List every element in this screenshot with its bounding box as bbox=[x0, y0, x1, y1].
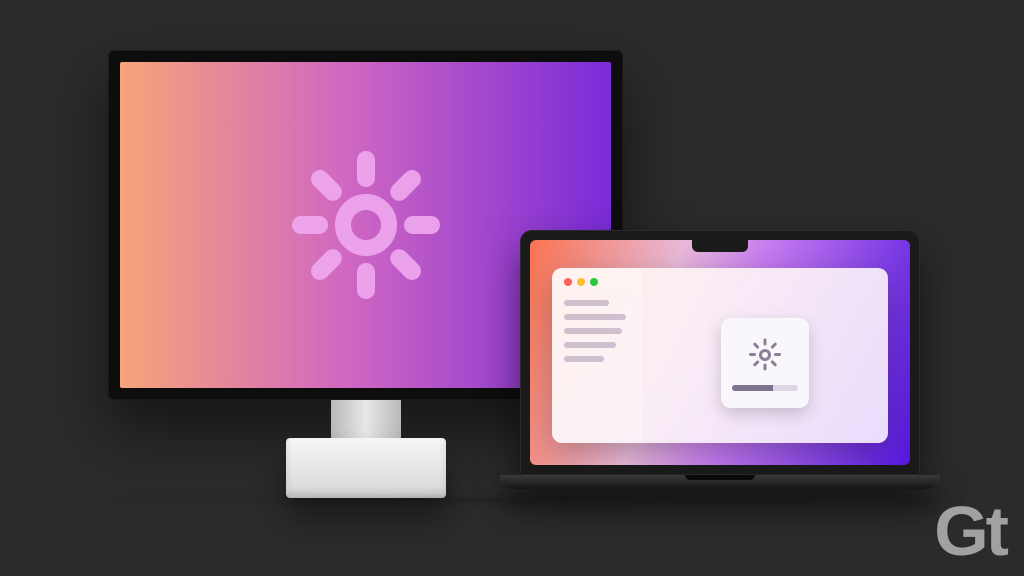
floor-shadow bbox=[80, 498, 964, 502]
window-content bbox=[642, 268, 888, 443]
sidebar-item[interactable] bbox=[564, 300, 609, 306]
laptop-lid bbox=[520, 230, 920, 475]
window-sidebar bbox=[552, 268, 642, 443]
laptop-screen bbox=[530, 240, 910, 465]
sidebar-item[interactable] bbox=[564, 328, 622, 334]
brightness-slider-fill bbox=[732, 385, 773, 391]
zoom-icon[interactable] bbox=[590, 278, 598, 286]
window-traffic-lights[interactable] bbox=[564, 278, 630, 286]
display-notch bbox=[692, 240, 748, 252]
laptop-base bbox=[500, 475, 940, 489]
macbook bbox=[500, 230, 940, 489]
brightness-hud bbox=[721, 318, 809, 408]
brightness-icon bbox=[266, 125, 466, 325]
sidebar-item[interactable] bbox=[564, 314, 626, 320]
illustration-stage: Gt bbox=[0, 0, 1024, 576]
brightness-icon bbox=[745, 335, 785, 375]
close-icon[interactable] bbox=[564, 278, 572, 286]
sidebar-item[interactable] bbox=[564, 356, 604, 362]
watermark-logo: Gt bbox=[934, 496, 1006, 566]
monitor-stand-arm bbox=[331, 400, 401, 438]
watermark-text: Gt bbox=[934, 492, 1006, 570]
sidebar-item[interactable] bbox=[564, 342, 616, 348]
monitor-stand-base bbox=[286, 438, 446, 498]
minimize-icon[interactable] bbox=[577, 278, 585, 286]
settings-window bbox=[552, 268, 888, 443]
brightness-slider[interactable] bbox=[732, 385, 798, 391]
